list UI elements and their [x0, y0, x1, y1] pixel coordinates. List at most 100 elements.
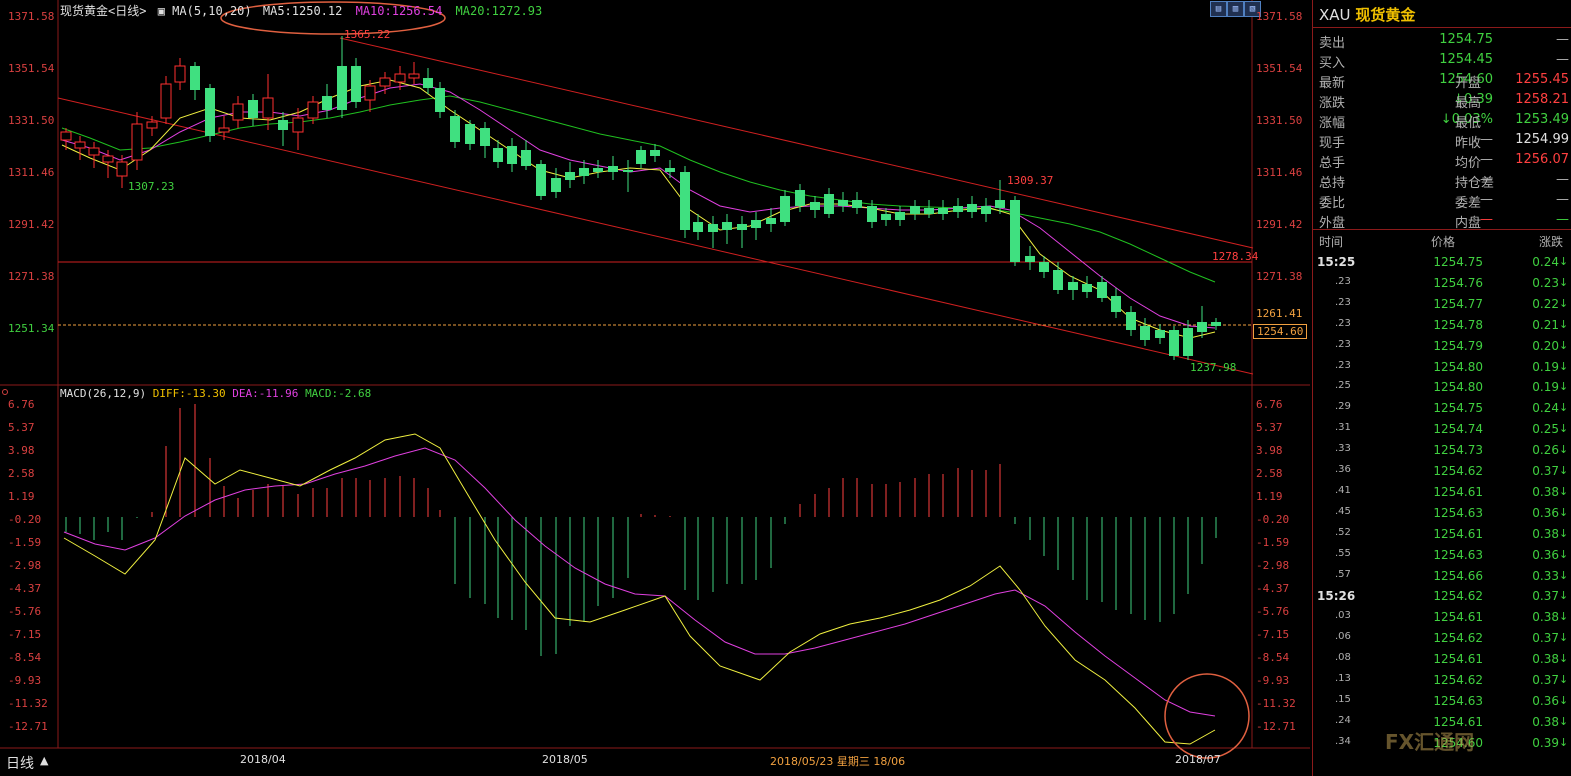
candle-body	[435, 88, 445, 112]
tick-price: 1254.61	[1433, 610, 1483, 625]
tick-row[interactable]: .23 1254.78 0.21 ↓	[1313, 315, 1571, 336]
macd-axis-label-right: -5.76	[1256, 605, 1290, 618]
candle-body	[1155, 330, 1165, 338]
tick-time: .23	[1335, 359, 1351, 371]
candle-body	[146, 121, 158, 129]
candle-body	[693, 222, 703, 232]
candle-body	[780, 196, 790, 222]
candle-body	[967, 204, 977, 212]
candle-body	[650, 150, 660, 156]
quote-label-right: 最低	[1455, 116, 1482, 131]
macd-axis-label: -0.20	[8, 513, 42, 526]
quote-row: 总手 — 均价 1256.07	[1313, 150, 1571, 171]
macd-axis-label: 1.19	[8, 490, 35, 503]
zoom-out-icon[interactable]: ▥	[1227, 1, 1244, 17]
tick-time: .55	[1335, 547, 1351, 559]
tick-row[interactable]: 15:26 1254.62 0.37 ↓	[1313, 586, 1571, 607]
candle-body	[680, 172, 690, 230]
tick-row[interactable]: .13 1254.62 0.37 ↓	[1313, 670, 1571, 691]
ticks-header-price: 价格	[1431, 235, 1456, 249]
candle-body	[116, 161, 128, 177]
tick-change: 0.37	[1532, 589, 1559, 604]
tick-row[interactable]: .23 1254.76 0.23 ↓	[1313, 273, 1571, 294]
arrow-down-icon: ↓	[1559, 714, 1569, 728]
quote-label: 总持	[1319, 176, 1346, 191]
tick-row[interactable]: .23 1254.77 0.22 ↓	[1313, 294, 1571, 315]
candle-body	[1082, 284, 1092, 292]
arrow-down-icon: ↓	[1559, 505, 1569, 519]
tick-row[interactable]: .36 1254.62 0.37 ↓	[1313, 461, 1571, 482]
arrow-down-icon: ↓	[1559, 255, 1569, 268]
tick-row[interactable]: .31 1254.74 0.25 ↓	[1313, 419, 1571, 440]
tick-time: .24	[1335, 714, 1351, 726]
tick-change: 0.38	[1532, 484, 1559, 499]
candle-body	[337, 66, 347, 110]
tick-row[interactable]: .23 1254.80 0.19 ↓	[1313, 357, 1571, 378]
quote-label: 涨幅	[1319, 116, 1346, 131]
tick-change: 0.36	[1532, 547, 1559, 562]
tick-row[interactable]: .33 1254.73 0.26 ↓	[1313, 440, 1571, 461]
arrow-down-icon: ↓	[1559, 380, 1569, 394]
tick-row[interactable]: .57 1254.66 0.33 ↓	[1313, 566, 1571, 587]
candle-body	[981, 206, 991, 214]
quote-value-right: —	[1556, 192, 1569, 207]
quote-label-right: 开盘	[1455, 76, 1482, 91]
tick-row[interactable]: .06 1254.62 0.37 ↓	[1313, 628, 1571, 649]
tick-row[interactable]: .41 1254.61 0.38 ↓	[1313, 482, 1571, 503]
candle-body	[722, 222, 732, 230]
zoom-in-icon[interactable]: ▤	[1210, 1, 1227, 17]
quote-label-right: 均价	[1455, 156, 1482, 171]
tick-row[interactable]: .52 1254.61 0.38 ↓	[1313, 524, 1571, 545]
tick-row[interactable]: .29 1254.75 0.24 ↓	[1313, 398, 1571, 419]
tick-change: 0.19	[1532, 359, 1559, 374]
candle-body	[824, 194, 834, 214]
arrow-down-icon: ↓	[1559, 296, 1569, 310]
tick-change: 0.36	[1532, 505, 1559, 520]
candle-body	[608, 166, 618, 172]
arrow-down-icon: ↓	[1559, 526, 1569, 540]
macd-axis-label-right: -8.54	[1256, 651, 1290, 664]
tick-change: 0.22	[1532, 296, 1559, 311]
tick-row[interactable]: .23 1254.79 0.20 ↓	[1313, 336, 1571, 357]
candle-body	[708, 224, 718, 232]
candle-body	[465, 124, 475, 144]
tick-row[interactable]: .55 1254.63 0.36 ↓	[1313, 545, 1571, 566]
tick-row[interactable]: .15 1254.63 0.36 ↓	[1313, 691, 1571, 712]
tick-price: 1254.79	[1433, 338, 1483, 353]
tick-row[interactable]: .45 1254.63 0.36 ↓	[1313, 503, 1571, 524]
period-tab-label: 日线	[6, 756, 34, 772]
macd-axis-label: -4.37	[8, 582, 42, 595]
tick-price: 1254.62	[1433, 631, 1483, 646]
tick-change: 0.33	[1532, 568, 1559, 583]
candle-body	[953, 206, 963, 212]
price-axis-label-right: 1291.42	[1256, 218, 1303, 231]
price-axis-label-right: 1271.38	[1256, 270, 1303, 283]
tick-row[interactable]: 15:25 1254.75 0.24 ↓	[1313, 252, 1571, 273]
tick-time: .03	[1335, 610, 1351, 622]
symbol-code: XAU	[1319, 6, 1351, 24]
macd-axis-label: 2.58	[8, 467, 35, 480]
candle-body	[838, 200, 848, 206]
period-tab-daily[interactable]: 日线 ▲	[0, 752, 60, 776]
tick-time: .31	[1335, 422, 1351, 434]
candle-body	[292, 117, 304, 133]
high-annotation: 1365.22	[344, 28, 391, 41]
arrow-down-icon: ↓	[1559, 652, 1569, 666]
candle-body	[394, 73, 406, 83]
ma5-value: MA5:1250.12	[262, 4, 343, 18]
tick-row[interactable]: .08 1254.61 0.38 ↓	[1313, 649, 1571, 670]
tick-row[interactable]: .25 1254.80 0.19 ↓	[1313, 377, 1571, 398]
tick-price: 1254.62	[1433, 673, 1483, 687]
quote-row: 买入 1254.45 —	[1313, 50, 1571, 71]
candle-body	[593, 168, 603, 172]
ma10-value: MA10:1256.54	[355, 4, 443, 18]
candle-body	[450, 116, 460, 142]
candle-body	[262, 97, 274, 119]
quote-row: 委比 — 委差 —	[1313, 190, 1571, 211]
dea-value: DEA:-11.96	[232, 387, 299, 400]
tick-price: 1254.62	[1433, 589, 1483, 604]
tick-row[interactable]: .03 1254.61 0.38 ↓	[1313, 607, 1571, 628]
candle-body	[881, 214, 891, 220]
macd-axis-label-right: -9.93	[1256, 674, 1290, 687]
macd-axis-label: 5.37	[8, 421, 35, 434]
